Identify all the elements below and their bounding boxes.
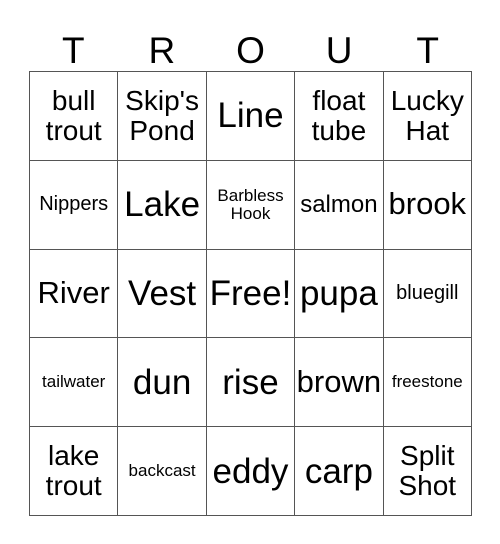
bingo-cell-label: float tube — [311, 85, 367, 146]
bingo-cell-label: Vest — [128, 273, 197, 313]
bingo-cell-label: brook — [388, 186, 467, 222]
bingo-cell-r1-c3[interactable]: Line — [206, 72, 296, 161]
bingo-header-letter-3: O — [236, 30, 265, 71]
bingo-header-letter-4: U — [325, 30, 353, 71]
bingo-card: T R O U T bull trout Skip's Pond Line float tub… — [0, 0, 500, 544]
bingo-header-letter-5: T — [416, 30, 439, 71]
bingo-cell-r2-c3[interactable]: Barbless Hook — [206, 160, 296, 250]
bingo-cell-r4-c4[interactable]: brown — [295, 338, 384, 428]
bingo-cell-label: Split Shot — [398, 440, 457, 502]
bingo-cell-r3-c1[interactable]: River — [30, 249, 119, 339]
bingo-free-space[interactable]: Free! — [206, 249, 296, 339]
bingo-cell-r5-c1[interactable]: lake trout — [30, 427, 119, 516]
bingo-cell-r5-c4[interactable]: carp — [295, 427, 384, 516]
bingo-cell-r2-c1[interactable]: Nippers — [30, 160, 119, 250]
bingo-cell-r4-c2[interactable]: dun — [118, 338, 207, 428]
bingo-cell-r1-c5[interactable]: Lucky Hat — [383, 72, 472, 161]
bingo-cell-r2-c4[interactable]: salmon — [295, 160, 384, 250]
bingo-cell-r3-c4[interactable]: pupa — [295, 249, 384, 339]
bingo-grid: bull trout Skip's Pond Line float tube Lucky… — [29, 71, 472, 516]
bingo-cell-label: eddy — [212, 451, 289, 491]
bingo-header-letter-1: T — [61, 30, 85, 71]
bingo-cell-label: pupa — [299, 273, 378, 313]
bingo-cell-r2-c5[interactable]: brook — [383, 160, 472, 250]
bingo-cell-label: bull trout — [45, 85, 102, 146]
bingo-cell-label: Skip's Pond — [125, 85, 199, 146]
bingo-cell-label: backcast — [128, 461, 196, 481]
bingo-cell-r4-c1[interactable]: tailwater — [30, 338, 119, 428]
bingo-cell-label: Nippers — [39, 193, 109, 216]
bingo-cell-label: salmon — [300, 190, 378, 218]
bingo-cell-label: lake trout — [45, 440, 102, 502]
bingo-header: TROUT — [29, 16, 472, 71]
bingo-cell-label: Lake — [124, 185, 201, 225]
bingo-cell-label: Free! — [209, 273, 292, 313]
bingo-cell-label: brown — [296, 363, 382, 399]
bingo-cell-r4-c5[interactable]: freestone — [383, 338, 472, 428]
bingo-cell-r5-c3[interactable]: eddy — [206, 427, 296, 516]
bingo-cell-label: Lucky Hat — [390, 85, 464, 146]
bingo-cell-label: dun — [132, 362, 192, 402]
bingo-cell-label: rise — [222, 362, 279, 402]
bingo-cell-r3-c5[interactable]: bluegill — [383, 249, 472, 339]
bingo-cell-label: freestone — [391, 372, 463, 392]
bingo-cell-label: tailwater — [42, 372, 106, 392]
bingo-cell-r5-c2[interactable]: backcast — [118, 427, 207, 516]
bingo-cell-r1-c4[interactable]: float tube — [295, 72, 384, 161]
bingo-cell-label: bluegill — [396, 281, 459, 304]
bingo-cell-r1-c2[interactable]: Skip's Pond — [118, 72, 207, 161]
bingo-cell-label: River — [37, 275, 110, 311]
bingo-cell-label: Line — [217, 96, 284, 136]
bingo-cell-label: carp — [304, 451, 373, 491]
bingo-cell-r5-c5[interactable]: Split Shot — [383, 427, 472, 516]
bingo-cell-label: Barbless Hook — [217, 185, 284, 223]
bingo-cell-r2-c2[interactable]: Lake — [118, 160, 207, 250]
bingo-header-letter-2: R — [148, 30, 176, 71]
bingo-cell-r1-c1[interactable]: bull trout — [30, 72, 119, 161]
bingo-cell-r4-c3[interactable]: rise — [206, 338, 296, 428]
bingo-cell-r3-c2[interactable]: Vest — [118, 249, 207, 339]
